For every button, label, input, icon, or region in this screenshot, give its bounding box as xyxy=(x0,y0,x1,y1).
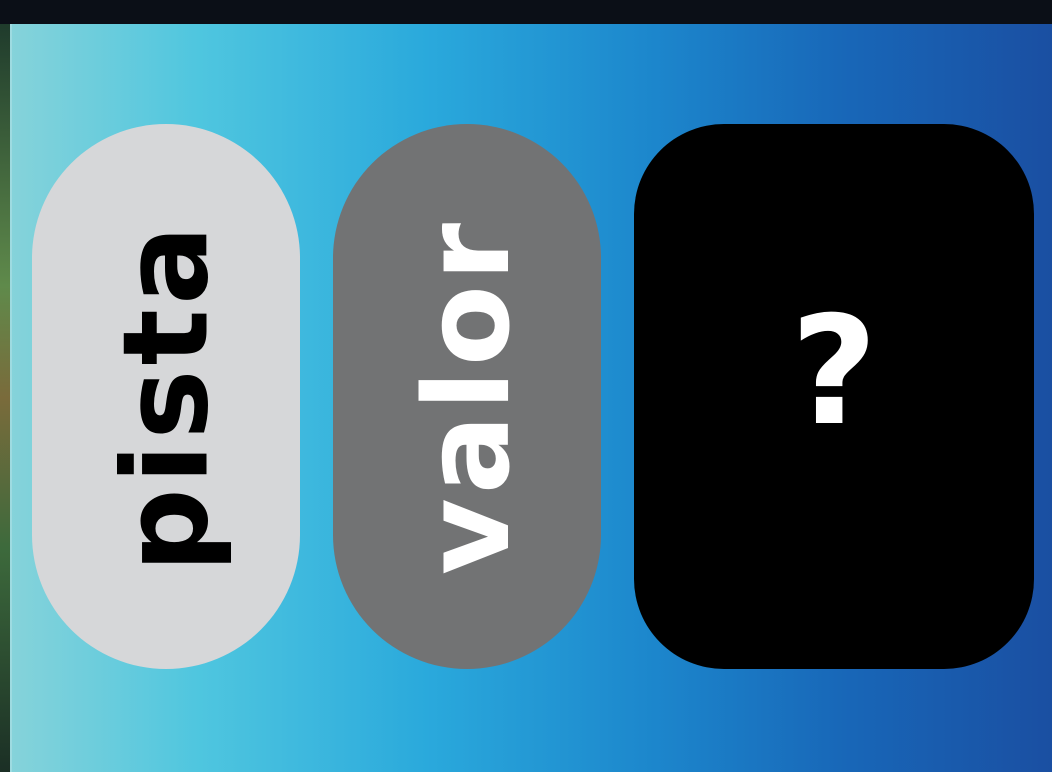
card-pista-label: pista xyxy=(97,220,235,573)
top-bar xyxy=(0,0,1052,24)
card-pista[interactable]: pista xyxy=(32,124,300,669)
card-panel: pista valor ? xyxy=(10,24,1052,772)
card-valor[interactable]: valor xyxy=(333,124,601,669)
question-mark: ? xyxy=(790,284,878,459)
background-image-strip xyxy=(0,24,10,772)
card-valor-label: valor xyxy=(398,218,537,575)
card-unknown[interactable]: ? xyxy=(634,124,1034,669)
